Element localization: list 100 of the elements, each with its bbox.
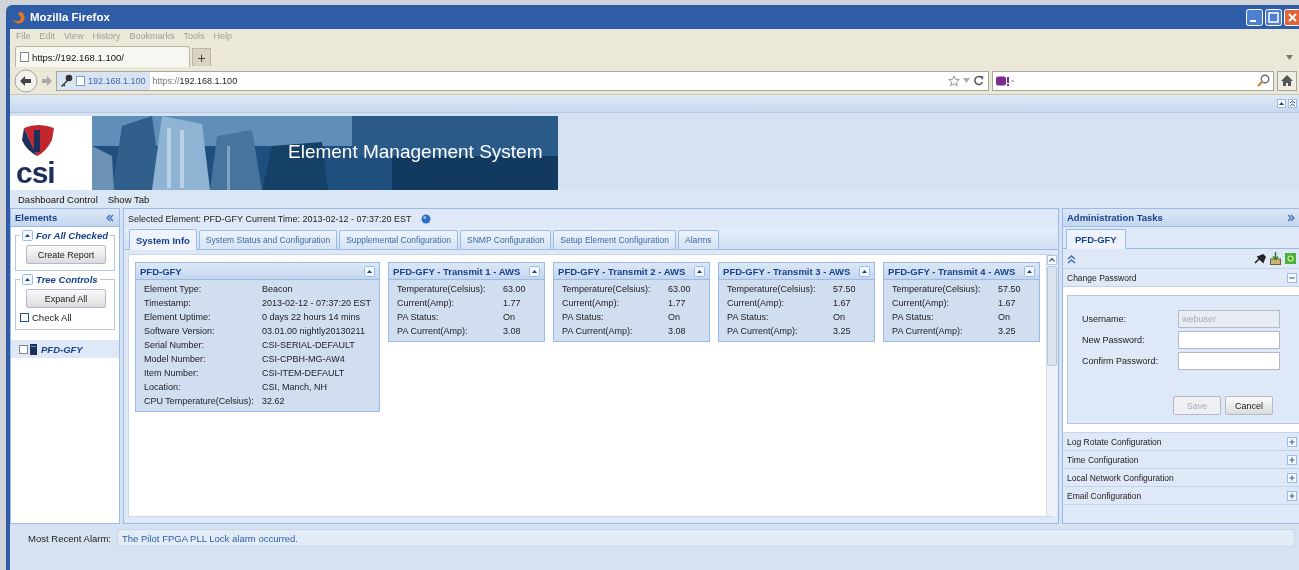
tab[interactable]: SNMP Configuration [460,230,552,249]
checkbox[interactable] [19,344,28,354]
field-value: 57.50 [998,283,1021,296]
form-button[interactable]: Cancel [1225,396,1273,415]
new-tab-button[interactable]: + [192,48,211,66]
search-icon[interactable] [1257,74,1270,87]
url-text: https:// [152,75,180,86]
tab[interactable]: System Status and Configuration [198,230,338,249]
tree-item[interactable]: PFD-GFY [11,340,119,358]
menu-item[interactable]: Show Tab [107,193,150,205]
field-value: 57.50 [833,283,856,296]
double-up-icon[interactable] [1067,253,1076,264]
checkbox-label: Check All [32,312,72,323]
maximize-button[interactable] [1265,8,1282,26]
close-button[interactable] [1284,8,1299,26]
field-label: Current(Amp): [397,297,456,310]
site-identity: 192.168.1.100 [88,75,146,86]
expand-button[interactable] [1287,454,1297,465]
expand-button[interactable] [1286,212,1296,223]
input-field[interactable] [1178,352,1280,370]
group-title: For All Checked [36,230,108,241]
collapse-button[interactable] [694,265,706,277]
field-label: Current(Amp): [892,297,951,310]
expand-button[interactable] [1287,436,1297,447]
field-value: 1.77 [503,297,522,310]
action-button[interactable]: Expand All [26,289,106,308]
reload-icon[interactable] [973,75,984,86]
search-engine-icon[interactable] [996,75,1014,86]
field-label: Model Number: [144,353,207,366]
section-title: Log Rotate Configuration [1067,436,1163,447]
bookmark-star-icon[interactable] [948,74,960,87]
field-value: 1.67 [998,297,1017,310]
section-title: Email Configuration [1067,490,1143,501]
import-icon[interactable] [1270,252,1281,265]
collapse-button[interactable] [859,265,871,277]
card-title: PFD-GFY [140,265,183,277]
group-title: Tree Controls [36,274,98,285]
tab[interactable]: Setup Element Configuration [553,230,677,249]
address-bar[interactable]: 192.168.1.100 https://192.168.1.100 [56,70,989,91]
menu-item[interactable]: Dashboard Control [18,193,98,205]
field-label: PA Current(Amp): [562,325,634,338]
tab[interactable]: System Info [129,229,197,250]
field-label: PA Status: [562,311,605,324]
window-title: Mozilla Firefox [30,11,111,23]
field-value: 1.67 [833,297,852,310]
search-field[interactable] [992,70,1274,91]
field-label: Element Type: [144,283,203,296]
field-label: Temperature(Celsius): [562,283,652,296]
minimize-button[interactable] [1246,8,1263,26]
field-value: On [668,311,682,324]
field-label: PA Current(Amp): [397,325,469,338]
collapse-button[interactable] [22,230,33,241]
selected-element-info: Selected Element: PFD-GFY Current Time: 2013-02-12 - 07:37:20 EST [128,213,412,224]
page-icon [76,75,85,86]
field-value: CSI-ITEM-DEFAULT [262,367,346,380]
field-value: On [998,311,1012,324]
field-value: 3.25 [833,325,852,338]
scroll-up-button[interactable] [1277,99,1286,108]
input-field[interactable] [1178,331,1280,349]
field-label: Location: [144,381,182,394]
logo-text: csi [16,160,55,186]
field-value: 3.08 [503,325,522,338]
collapse-button[interactable] [529,265,541,277]
field-value: On [503,311,517,324]
collapse-all-button[interactable] [1288,99,1297,108]
field-value: CSI, Manch, NH [262,381,329,394]
checkbox[interactable] [20,313,29,322]
browser-tab[interactable]: https://192.168.1.100/ [15,46,190,67]
section-title: Change Password [1067,272,1138,283]
field-value: 63.00 [668,283,691,296]
field-label: PA Status: [892,311,935,324]
field-label: Timestamp: [144,297,192,310]
expand-button[interactable] [1287,490,1297,501]
section-title: Local Network Configuration [1067,472,1175,483]
scrollbar[interactable] [1046,255,1058,516]
field-value: 1.77 [668,297,687,310]
collapse-button[interactable] [22,274,33,285]
field-value: Beacon [262,283,294,296]
card-title: PFD-GFY - Transmit 4 - AWS [888,265,1017,277]
field-value: 63.00 [503,283,526,296]
collapse-button[interactable] [105,212,115,223]
field-label: Temperature(Celsius): [397,283,487,296]
field-value: On [833,311,847,324]
tab[interactable]: Alarms [678,230,719,249]
collapse-button[interactable] [364,265,376,277]
tab[interactable]: PFD-GFY [1066,229,1126,249]
field-label: New Password: [1082,335,1146,345]
tab[interactable]: Supplemental Configuration [339,230,459,249]
expand-button[interactable] [1287,472,1297,483]
status-icon [421,213,432,224]
page-icon [20,52,29,62]
action-button[interactable]: Create Report [26,245,106,264]
alarm-message: The Pilot FPGA PLL Lock alarm occurred. [117,529,1295,547]
back-button[interactable] [14,68,38,93]
home-button[interactable] [1277,70,1297,91]
field-value: 3.25 [998,325,1017,338]
field-label: Item Number: [144,367,200,380]
tab-list-icon[interactable] [1286,55,1293,60]
field-value: 2013-02-12 - 07:37:20 EST [262,297,372,310]
collapse-button[interactable] [1024,265,1036,277]
